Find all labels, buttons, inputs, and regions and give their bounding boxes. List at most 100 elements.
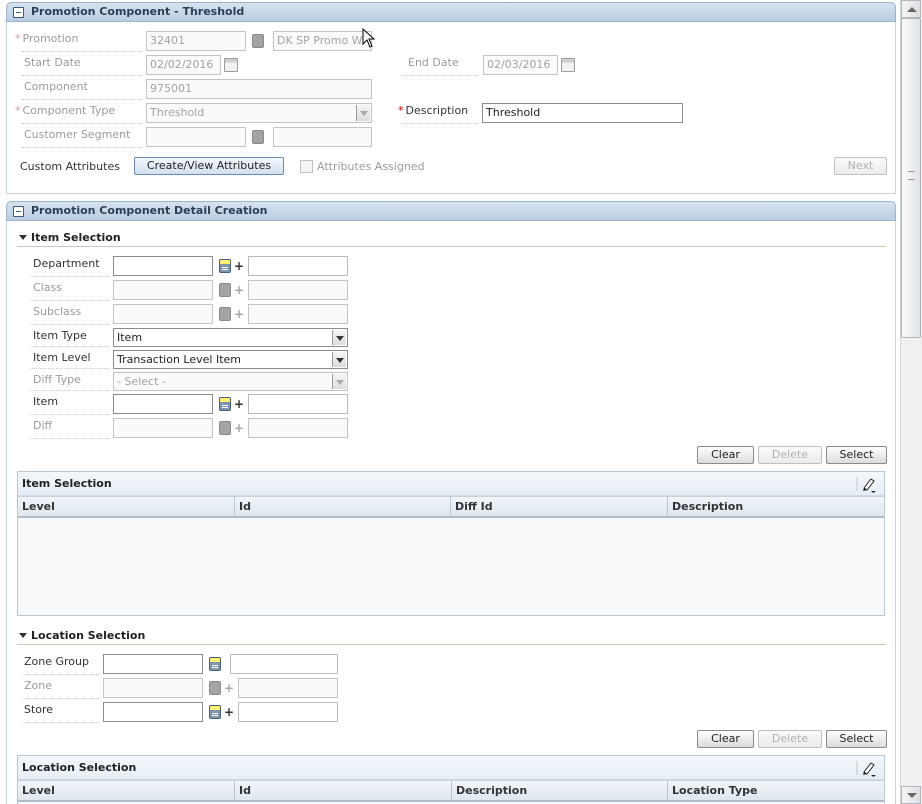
location-table-title: Location Selection xyxy=(18,756,884,780)
item-selection-heading[interactable]: Item Selection xyxy=(19,231,121,244)
triangle-down-icon xyxy=(19,633,27,638)
location-selection-heading[interactable]: Location Selection xyxy=(19,629,145,642)
divider xyxy=(22,147,142,148)
column-header[interactable]: Diff Id xyxy=(451,497,668,517)
lov-list-icon xyxy=(219,421,231,435)
chevron-down-icon xyxy=(332,374,346,389)
department-description-field xyxy=(248,256,348,276)
item-description-field xyxy=(248,394,348,414)
divider xyxy=(22,51,142,52)
divider xyxy=(30,276,109,277)
item-table-title: Item Selection xyxy=(18,472,884,496)
item-clear-button[interactable]: Clear xyxy=(697,446,754,464)
scrollbar-thumb[interactable] xyxy=(901,18,921,338)
lov-list-icon xyxy=(219,307,231,321)
plus-icon: + xyxy=(234,421,245,435)
divider xyxy=(402,75,478,76)
chevron-down-icon xyxy=(356,105,370,121)
threshold-panel-title: Promotion Component - Threshold xyxy=(31,5,245,18)
component-type-select: Threshold xyxy=(146,103,372,123)
attributes-assigned-label: Attributes Assigned xyxy=(317,160,425,173)
column-header[interactable]: Level xyxy=(18,497,235,517)
lov-list-icon[interactable] xyxy=(209,705,221,719)
item-table-header: Level Id Diff Id Description xyxy=(18,496,884,518)
zone-description-field xyxy=(238,678,338,698)
divider xyxy=(17,644,886,645)
store-input[interactable] xyxy=(103,702,203,722)
column-header[interactable]: Description xyxy=(452,781,668,801)
divider xyxy=(30,346,109,347)
column-header[interactable]: Location Type xyxy=(668,781,884,801)
triangle-down-icon xyxy=(19,235,27,240)
lov-list-icon[interactable] xyxy=(219,397,231,411)
detail-panel-title: Promotion Component Detail Creation xyxy=(31,204,268,217)
customer-segment-label: Customer Segment xyxy=(24,128,131,141)
lov-list-icon[interactable] xyxy=(219,259,231,273)
scroll-down-icon[interactable] xyxy=(901,786,921,804)
diff-label: Diff xyxy=(33,419,53,432)
lov-list-icon xyxy=(219,283,231,297)
item-level-select[interactable]: Transaction Level Item xyxy=(113,350,348,369)
divider xyxy=(22,722,99,723)
edit-pencil-icon[interactable] xyxy=(856,475,878,493)
divider xyxy=(402,123,478,124)
custom-attributes-label: Custom Attributes xyxy=(20,160,120,173)
location-select-button[interactable]: Select xyxy=(826,730,887,748)
mouse-cursor-icon xyxy=(362,28,376,48)
subclass-input xyxy=(113,304,213,324)
threshold-panel-header: Promotion Component - Threshold xyxy=(6,2,896,22)
collapse-icon[interactable] xyxy=(13,7,24,18)
diff-description-field xyxy=(248,418,348,438)
lov-list-icon xyxy=(209,681,221,695)
location-clear-button[interactable]: Clear xyxy=(697,730,754,748)
department-label: Department xyxy=(33,257,100,270)
description-input[interactable]: Threshold xyxy=(482,103,683,123)
diff-type-select: - Select - xyxy=(113,372,348,391)
end-date-field: 02/03/2016 xyxy=(483,55,558,75)
plus-icon: + xyxy=(234,397,245,411)
divider xyxy=(30,300,109,301)
zone-label: Zone xyxy=(24,679,53,692)
item-type-select[interactable]: Item xyxy=(113,328,348,347)
zone-group-input[interactable] xyxy=(103,654,203,674)
start-date-label: Start Date xyxy=(24,56,81,69)
department-input[interactable] xyxy=(113,256,213,276)
column-header[interactable]: Description xyxy=(668,497,884,517)
diff-type-label: Diff Type xyxy=(33,373,81,386)
customer-segment-field xyxy=(146,127,246,147)
subclass-description-field xyxy=(248,304,348,324)
collapse-icon[interactable] xyxy=(13,206,24,217)
location-delete-button: Delete xyxy=(758,730,822,748)
lov-list-icon[interactable] xyxy=(209,657,221,671)
class-description-field xyxy=(248,280,348,300)
component-field: 975001 xyxy=(146,79,372,99)
end-date-label: End Date xyxy=(408,56,459,69)
create-view-attributes-button[interactable]: Create/View Attributes xyxy=(134,157,284,175)
edit-pencil-icon[interactable] xyxy=(856,759,878,777)
promotion-id-field: 32401 xyxy=(146,31,246,51)
item-input[interactable] xyxy=(113,394,213,414)
scroll-up-icon[interactable] xyxy=(901,0,921,18)
column-header[interactable]: Id xyxy=(235,781,452,801)
divider xyxy=(22,99,142,100)
chevron-down-icon[interactable] xyxy=(332,352,346,367)
next-button: Next xyxy=(834,157,887,175)
component-type-label: * Component Type xyxy=(15,104,116,117)
class-label: Class xyxy=(33,281,62,294)
plus-icon: + xyxy=(234,307,245,321)
class-input xyxy=(113,280,213,300)
divider xyxy=(30,324,109,325)
item-label: Item xyxy=(33,395,59,408)
column-header[interactable]: Id xyxy=(235,497,451,517)
lov-list-icon xyxy=(252,34,264,48)
lov-list-icon xyxy=(252,130,264,144)
item-select-button[interactable]: Select xyxy=(826,446,887,464)
chevron-down-icon[interactable] xyxy=(332,330,346,345)
column-header[interactable]: Level xyxy=(18,781,235,801)
promotion-label: * Promotion xyxy=(15,32,79,45)
customer-segment-description-field xyxy=(273,127,372,147)
subclass-label: Subclass xyxy=(33,305,82,318)
item-level-label: Item Level xyxy=(33,351,91,364)
zone-input xyxy=(103,678,203,698)
zone-group-label: Zone Group xyxy=(24,655,89,668)
